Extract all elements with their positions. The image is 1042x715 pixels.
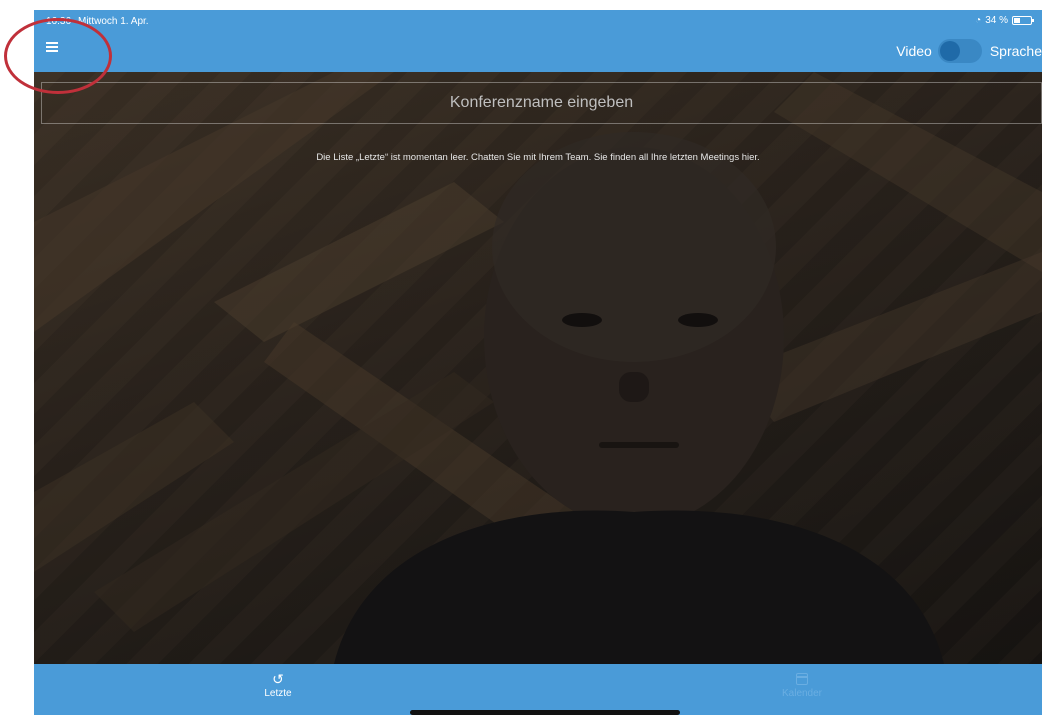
header-bar: 16:36 Mittwoch 1. Apr. ◔ 34 % Video Spra… <box>34 10 1042 72</box>
app-screen: 16:36 Mittwoch 1. Apr. ◔ 34 % Video Spra… <box>34 10 1042 715</box>
battery-icon <box>1012 16 1034 25</box>
tab-recent-label: Letzte <box>264 688 292 699</box>
recent-empty-message: Die Liste „Letzte“ ist momentan leer. Ch… <box>316 152 760 163</box>
home-indicator <box>410 710 680 715</box>
bottom-tab-bar: ↺ Letzte Kalender <box>34 664 1042 715</box>
video-toggle-group: Video Sprache <box>896 38 1042 64</box>
tab-calendar-label: Kalender <box>781 688 823 699</box>
conference-name-input[interactable] <box>41 82 1042 124</box>
annotation-circle <box>4 18 112 94</box>
status-bar: 16:36 Mittwoch 1. Apr. ◔ 34 % <box>34 10 1042 30</box>
tab-calendar[interactable]: Kalender <box>742 670 862 699</box>
voice-label: Sprache <box>989 43 1042 59</box>
video-voice-toggle[interactable] <box>937 39 982 63</box>
calendar-icon <box>796 673 808 685</box>
toggle-knob <box>939 41 960 61</box>
wifi-icon: ◔ <box>975 15 982 26</box>
history-icon: ↺ <box>272 671 284 687</box>
status-indicators: ◔ 34 % <box>975 15 1034 26</box>
video-label: Video <box>896 43 932 59</box>
tab-recent[interactable]: ↺ Letzte <box>218 670 338 699</box>
battery-percent: 34 % <box>985 15 1008 26</box>
